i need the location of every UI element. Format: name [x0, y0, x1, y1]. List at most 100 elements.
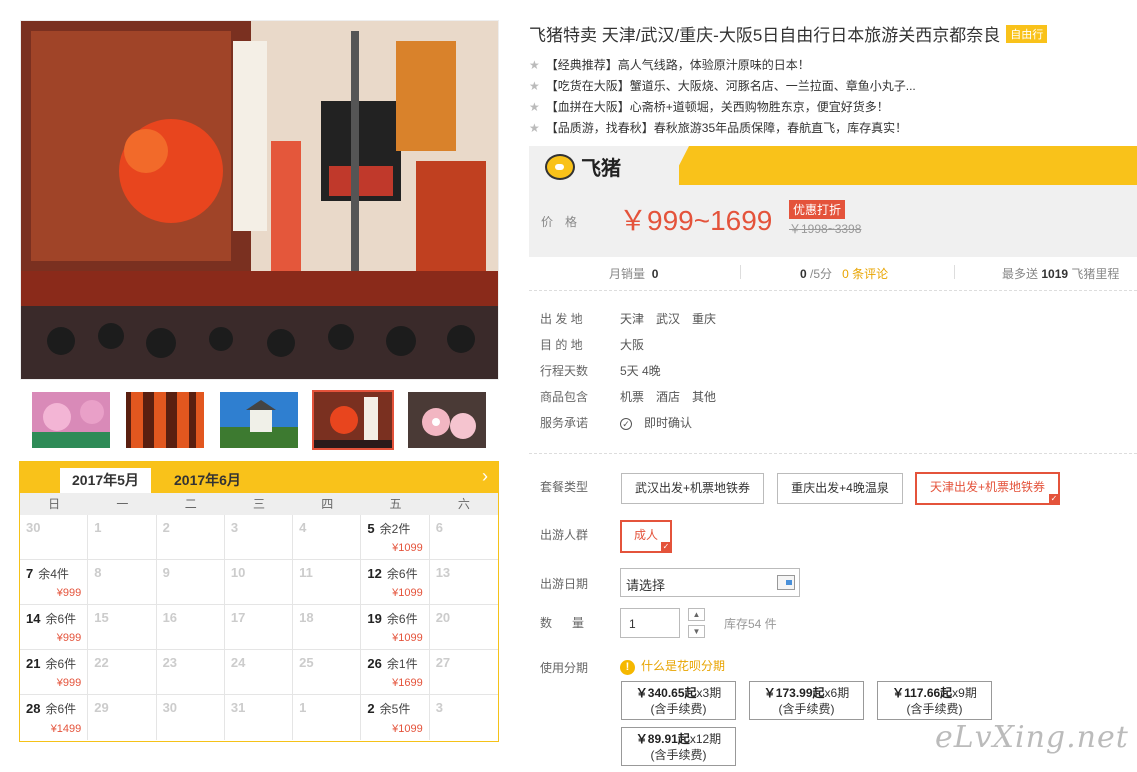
highlight-item: ★ 【经典推荐】高人气线路，体验原汁原味的日本！	[529, 55, 916, 76]
calendar-price: ¥1099	[392, 723, 423, 735]
weekday-label: 二	[184, 497, 197, 511]
installment-option-12[interactable]: ￥89.91起x12期 (含手续费)	[621, 727, 736, 766]
calendar-day-number: 18	[299, 610, 314, 625]
calendar-day[interactable]: 7 余4件 ¥999	[20, 560, 89, 605]
highlight-item: ★ 【血拼在大阪】心斋桥+道顿堀，关西购物胜东京，便宜好货多！	[529, 97, 916, 118]
calendar-day: 31	[225, 695, 294, 740]
calendar-day: 25	[293, 650, 362, 695]
calendar-day-number: 24	[230, 655, 246, 670]
star-icon: ★	[529, 58, 540, 72]
calendar-day[interactable]: 28 余6件 ¥1499	[20, 695, 89, 740]
tab-month-may[interactable]: 2017年5月	[60, 468, 151, 493]
current-price: ￥999~1699	[619, 205, 773, 236]
chevron-down-icon[interactable]: ▼	[688, 625, 705, 638]
calendar-day: 4	[293, 515, 362, 560]
installment-option-9[interactable]: ￥117.66起x9期 (含手续费)	[877, 681, 992, 720]
calendar-day-number: 15	[94, 610, 109, 625]
thumbnail-strip	[20, 386, 499, 456]
calendar-stock: 余4件	[38, 567, 69, 581]
calendar-day-number: 27	[435, 655, 451, 670]
calendar-day-number: 20	[435, 610, 451, 625]
huabei-help-link[interactable]: ! 什么是花呗分期	[620, 657, 725, 675]
highlight-text: 【品质游，找春秋】春秋旅游35年品质保障，春航直飞，库存真实！	[545, 121, 908, 135]
calendar-day-number: 4	[299, 520, 307, 535]
thumbnail-3[interactable]	[218, 390, 300, 450]
calendar-day-number: 17	[230, 610, 246, 625]
sales-stats: 月销量 0 0 /5分 0 条评论 最多送 1019 飞猪里程	[529, 260, 1137, 284]
weekday-label: 日	[48, 497, 61, 511]
calendar-day[interactable]: 21 余6件 ¥999	[20, 650, 89, 695]
calendar-day[interactable]: 19 余6件 ¥1099	[361, 605, 430, 650]
info-row-duration: 行程天数 5天 4晚	[540, 364, 661, 378]
calendar-day: 3	[430, 695, 498, 740]
calendar-day: 3	[224, 515, 294, 560]
installment-option-6[interactable]: ￥173.99起x6期 (含手续费)	[749, 681, 864, 720]
info-row-includes: 商品包含 机票 酒店 其他	[540, 390, 717, 404]
tab-month-june[interactable]: 2017年6月	[162, 468, 253, 493]
calendar-icon[interactable]	[777, 575, 795, 590]
highlight-text: 【吃货在大阪】蟹道乐、大阪烧、河豚名店、一兰拉面、章鱼小丸子...	[545, 79, 916, 93]
package-option-chongqing[interactable]: 重庆出发+4晚温泉	[777, 473, 903, 504]
calendar-day-number: 6	[435, 520, 443, 535]
calendar-day: 15	[88, 605, 157, 650]
chevron-up-icon[interactable]: ▲	[688, 608, 705, 621]
thumbnail-5[interactable]	[406, 390, 488, 450]
calendar-price: ¥1099	[392, 587, 423, 599]
calendar-day: 1	[293, 695, 362, 740]
calendar-day: 30	[20, 515, 89, 560]
calendar-day[interactable]: 14 余6件 ¥999	[20, 605, 89, 650]
thumbnail-2[interactable]	[124, 390, 206, 450]
star-icon: ★	[529, 79, 540, 93]
calendar-day[interactable]: 26 余1件 ¥1699	[361, 650, 430, 695]
calendar-price: ¥999	[56, 587, 82, 599]
product-title: 飞猪特卖 天津/武汉/重庆-大阪5日自由行日本旅游关西京都奈良 自由行	[529, 21, 1048, 46]
thumbnail-1[interactable]	[30, 390, 112, 450]
original-price: ￥1998~3398	[789, 222, 862, 236]
price-panel: 价格 ￥999~1699 优惠打折 ￥1998~3398	[529, 185, 1137, 257]
calendar-weekdays: 日 一 二 三 四 五 六	[20, 493, 498, 515]
calendar-day: 10	[224, 560, 294, 605]
package-option-wuhan[interactable]: 武汉出发+机票地铁券	[621, 473, 764, 504]
calendar-day: 30	[157, 695, 225, 740]
calendar-day-number: 12	[367, 566, 382, 581]
calendar-day: 22	[88, 650, 157, 695]
price-label: 价格	[541, 215, 590, 229]
stock-text: 库存54 件	[724, 617, 777, 631]
calendar-day[interactable]: 2 余5件 ¥1099	[361, 695, 430, 740]
quantity-input[interactable]: 1	[620, 608, 680, 638]
calendar-day-number: 23	[162, 655, 178, 670]
main-product-image	[20, 20, 499, 380]
brand-bar: 飞猪	[529, 146, 1137, 185]
calendar-day-number: 30	[162, 700, 178, 715]
chevron-right-icon[interactable]: ›	[482, 466, 488, 487]
installment-option-3[interactable]: ￥340.65起x3期 (含手续费)	[621, 681, 736, 720]
calendar-day[interactable]: 5 余2件 ¥1099	[361, 515, 430, 560]
reviews-link[interactable]: 0 条评论	[842, 267, 888, 281]
thumbnail-4[interactable]	[312, 390, 394, 450]
highlight-text: 【血拼在大阪】心斋桥+道顿堀，关西购物胜东京，便宜好货多！	[545, 100, 889, 114]
calendar-day: 1	[88, 515, 157, 560]
package-label: 套餐类型	[540, 480, 589, 494]
miles-reward: 最多送 1019 飞猪里程	[1002, 267, 1120, 281]
group-option-adult[interactable]: 成人	[620, 520, 672, 553]
calendar-day-number: 10	[230, 565, 246, 580]
calendar-stock: 余5件	[379, 702, 411, 716]
calendar-day: 16	[156, 605, 225, 650]
calendar-day-number: 2	[367, 701, 375, 716]
calendar-day: 2	[156, 515, 225, 560]
highlight-item: ★ 【品质游，找春秋】春秋旅游35年品质保障，春航直飞，库存真实！	[529, 118, 916, 139]
package-option-tianjin[interactable]: 天津出发+机票地铁券	[915, 472, 1060, 505]
calendar-day-number: 28	[26, 701, 41, 716]
weekday-label: 六	[457, 497, 470, 511]
calendar-day-number: 31	[230, 700, 246, 715]
calendar-day-number: 5	[367, 521, 375, 536]
weekday-label: 三	[252, 497, 265, 511]
calendar-day: 24	[224, 650, 294, 695]
calendar-stock: 余2件	[379, 522, 411, 536]
divider	[529, 453, 1137, 454]
travel-date-select[interactable]: 请选择	[620, 568, 800, 597]
calendar-day: 13	[429, 560, 498, 605]
calendar-day-number: 9	[162, 565, 170, 580]
calendar-day[interactable]: 12 余6件 ¥1099	[361, 560, 430, 605]
calendar-day: 6	[429, 515, 498, 560]
